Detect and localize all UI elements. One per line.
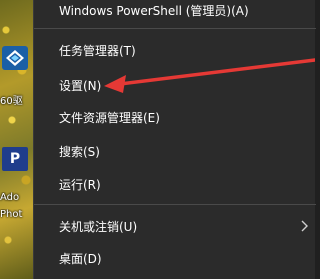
photoshop-letter: P xyxy=(9,151,21,167)
menu-item-label: 文件资源管理器(E) xyxy=(59,110,160,125)
desktop-icon-label: Ado xyxy=(0,192,20,203)
app-shortcut-icon[interactable] xyxy=(2,46,28,70)
menu-item-shutdown-signout[interactable]: 关机或注销(U) xyxy=(34,213,316,239)
menu-item-file-explorer[interactable]: 文件资源管理器(E) xyxy=(34,104,316,130)
desktop-background: 60驱 P Ado Phot xyxy=(0,0,33,279)
menu-item-run[interactable]: 运行(R) xyxy=(34,171,316,197)
menu-separator xyxy=(34,204,316,205)
menu-item-label: Windows PowerShell (管理员)(A) xyxy=(59,3,249,18)
menu-item-label: 设置(N) xyxy=(59,78,102,93)
menu-item-desktop[interactable]: 桌面(D) xyxy=(34,245,316,271)
menu-item-label: 桌面(D) xyxy=(59,251,102,266)
menu-item-label: 搜索(S) xyxy=(59,144,100,159)
menu-item-label: 关机或注销(U) xyxy=(59,219,138,234)
chevron-right-icon xyxy=(301,220,308,232)
menu-separator xyxy=(34,28,316,29)
menu-item-label: 任务管理器(T) xyxy=(59,43,136,58)
menu-item-powershell-admin[interactable]: Windows PowerShell (管理员)(A) xyxy=(34,0,316,23)
app-logo-icon xyxy=(6,50,24,66)
photoshop-icon[interactable]: P xyxy=(2,147,28,171)
menu-item-settings[interactable]: 设置(N) xyxy=(34,72,316,98)
menu-item-task-manager[interactable]: 任务管理器(T) xyxy=(34,37,316,63)
menu-item-search[interactable]: 搜索(S) xyxy=(34,138,316,164)
desktop-icon-label: Phot xyxy=(0,209,23,220)
winx-context-menu: Windows PowerShell (管理员)(A) 任务管理器(T) 设置(… xyxy=(33,0,316,279)
desktop-icon-label: 60驱 xyxy=(0,96,23,107)
menu-item-label: 运行(R) xyxy=(59,177,101,192)
